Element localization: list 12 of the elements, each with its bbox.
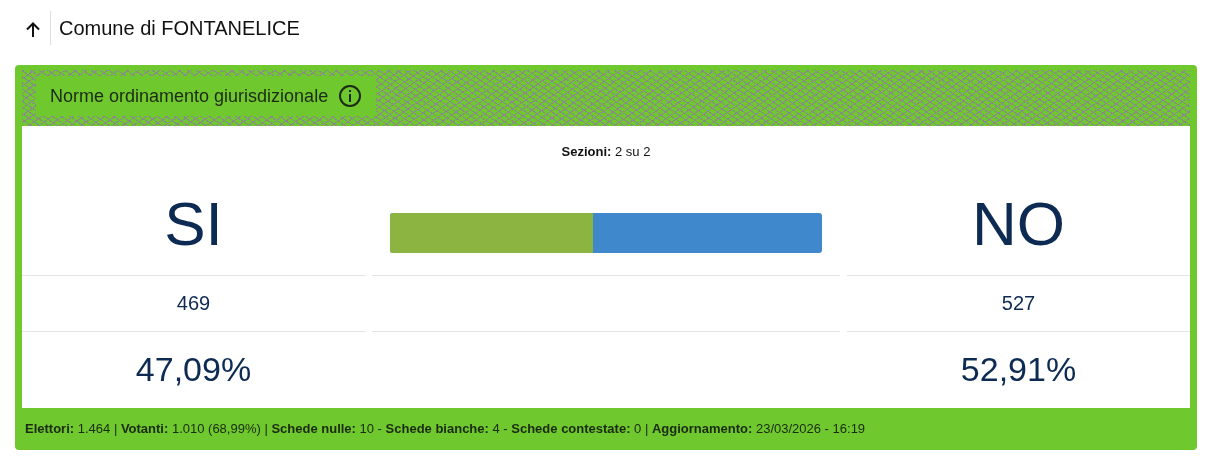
sections-count: Sezioni: 2 su 2 bbox=[561, 143, 651, 159]
up-arrow-icon bbox=[24, 21, 42, 39]
card-title: Norme ordinamento giurisdizionale bbox=[50, 85, 329, 107]
vote-percent: 52,91% bbox=[960, 350, 1077, 389]
option-label: NO bbox=[972, 192, 1065, 255]
vote-count: 469 bbox=[176, 291, 211, 315]
vote-count: 527 bbox=[1001, 291, 1036, 315]
vote-percent: 47,09% bbox=[135, 350, 252, 389]
info-icon[interactable] bbox=[338, 84, 363, 108]
summary-text: Elettori: 1.464 | Votanti: 1.010 (68,99%) | Schede nulle: 10 - Schede bianche: 4 - Schede contestate: 0 | Aggiornamento: 23/03/2026 - 16:19 bbox=[24, 419, 867, 438]
option-label: SI bbox=[164, 192, 223, 255]
page-title: Comune di FONTANELICE bbox=[59, 16, 300, 40]
